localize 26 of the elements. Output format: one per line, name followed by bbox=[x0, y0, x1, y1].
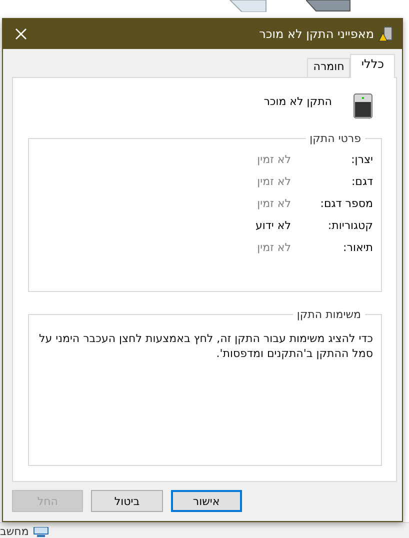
laptop-icon bbox=[306, 0, 352, 12]
field-label: יצרן: bbox=[350, 153, 373, 166]
tab[interactable]: כללי bbox=[350, 54, 395, 78]
field-value: לא ידוע bbox=[256, 219, 291, 232]
field-value: לא זמין bbox=[257, 241, 291, 254]
device-name: התקן לא מוכר bbox=[264, 94, 332, 108]
device-warning-icon bbox=[378, 26, 394, 42]
task-hint-text: כדי להציג משימות עבור התקן זה, לחץ באמצעות לחצן העכבר הימני על סמל ההתקן ב'התקנים ומדפסות'. bbox=[38, 331, 373, 361]
dialog-button[interactable]: ביטול bbox=[91, 490, 163, 512]
item-label: מחשב bbox=[0, 525, 29, 538]
field-label: תיאור: bbox=[342, 241, 373, 254]
field-label: קטגוריות: bbox=[326, 219, 373, 232]
field-value: לא זמין bbox=[257, 175, 291, 188]
field-value: לא זמין bbox=[257, 197, 291, 210]
close-icon[interactable] bbox=[15, 28, 27, 40]
field-value: לא זמין bbox=[257, 153, 291, 166]
field-label: מספר דגם: bbox=[319, 197, 373, 210]
device-icon bbox=[352, 93, 374, 119]
group-title: משימות התקן bbox=[296, 308, 362, 321]
tab[interactable]: חומרה bbox=[307, 58, 350, 77]
field-label: דגם: bbox=[350, 175, 373, 188]
monitor-icon bbox=[228, 0, 268, 12]
group-title: פרטי התקן bbox=[308, 132, 362, 145]
computer-icon bbox=[32, 526, 49, 536]
window-title: מאפייני התקן לא מוכר bbox=[259, 26, 374, 40]
dialog-button[interactable]: אישור bbox=[170, 490, 242, 512]
